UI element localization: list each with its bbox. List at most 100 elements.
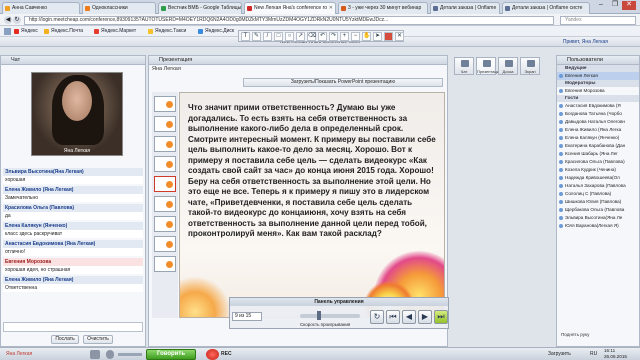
slide-thumbnails[interactable]: [152, 92, 178, 318]
close-tab-icon[interactable]: ✕: [329, 3, 333, 13]
speed-slider-track[interactable]: [300, 314, 360, 318]
user-row[interactable]: Шишкова Юлия (Павлова): [557, 198, 639, 206]
download-label[interactable]: Загрузить: [548, 350, 571, 359]
reload-icon[interactable]: ↻: [13, 16, 21, 24]
ellipse-tool-icon[interactable]: ○: [285, 32, 294, 41]
user-icon: [559, 136, 563, 140]
play-icon[interactable]: ▶: [418, 310, 432, 324]
bottom-toolbar: Яна Легкая Говорить REC Загрузить RU 16:…: [0, 347, 640, 360]
volume-slider[interactable]: [118, 353, 142, 356]
users-panel-header: Пользователи: [557, 56, 639, 65]
browser-tab[interactable]: Одноклассники: [82, 2, 156, 14]
pointer-tool-icon[interactable]: ➤: [373, 32, 382, 41]
slide-thumbnail[interactable]: [154, 136, 176, 152]
rectangle-tool-icon[interactable]: □: [274, 32, 283, 41]
speed-label: Скорость проигрывания: [300, 322, 351, 327]
speed-slider-handle[interactable]: [316, 311, 321, 320]
slide-thumbnail[interactable]: [154, 216, 176, 232]
slide-thumbnail-active[interactable]: [154, 176, 176, 192]
slide-thumbnail[interactable]: [154, 156, 176, 172]
user-row[interactable]: Красилова Ольга (Павлова): [557, 158, 639, 166]
back-icon[interactable]: ◀: [4, 16, 12, 24]
zoom-in-icon[interactable]: +: [340, 32, 349, 41]
guest-list[interactable]: Анастасия Евдокимова (Я Богданова Татьяна…: [557, 102, 639, 230]
chat-author: Красилова Ольга (Павлова): [3, 204, 143, 212]
user-icon: [559, 224, 563, 228]
browser-tab[interactable]: Детали заказа | Onflame систе: [502, 2, 590, 14]
user-row[interactable]: Елена Калякун (Янченко): [557, 134, 639, 142]
maximize-icon[interactable]: ❐: [608, 1, 622, 10]
chat-log[interactable]: Эльвира Высотина(Яна Легкая) хорошая Елен…: [3, 168, 143, 320]
slide-thumbnail[interactable]: [154, 196, 176, 212]
browser-tab[interactable]: Детали заказа | Onflame: [430, 2, 500, 14]
chat-input[interactable]: [3, 322, 143, 332]
zoom-out-icon[interactable]: −: [351, 32, 360, 41]
pencil-tool-icon[interactable]: ✎: [252, 32, 261, 41]
user-greeting: Привет, Яна Легкая: [562, 39, 608, 45]
mode-chat-button[interactable]: Чат: [454, 57, 474, 75]
user-row[interactable]: Евгения Морозова: [557, 87, 639, 95]
speed-select[interactable]: 9 из 15: [232, 312, 262, 321]
raise-hand-button[interactable]: Поднять руку: [561, 332, 589, 337]
microphone-icon[interactable]: [106, 350, 114, 359]
url-input[interactable]: http://login.meetcheap.com/conference,89…: [24, 16, 554, 25]
slide-thumbnail[interactable]: [154, 236, 176, 252]
user-row[interactable]: Щербакова Ольга (Павлова: [557, 206, 639, 214]
talk-button[interactable]: Говорить: [146, 349, 196, 360]
mode-whiteboard-button[interactable]: Доска: [498, 57, 518, 75]
user-row[interactable]: Эльвира Высотина(Яна Ле: [557, 214, 639, 222]
user-row[interactable]: Богданова Татьяна (Чорбо: [557, 110, 639, 118]
bookmark-item[interactable]: Яндекс.Маркет: [94, 28, 136, 35]
clear-button[interactable]: Очистить: [83, 335, 113, 344]
close-window-icon[interactable]: ✕: [622, 1, 636, 10]
eraser-tool-icon[interactable]: ⌫: [307, 32, 316, 41]
arrow-tool-icon[interactable]: ↗: [296, 32, 305, 41]
user-row[interactable]: Давыдова Наталья Олеговн: [557, 118, 639, 126]
apps-icon[interactable]: [4, 28, 11, 35]
user-row[interactable]: Сололиц С (Павлова): [557, 190, 639, 198]
slide-thumbnail[interactable]: [154, 96, 176, 112]
undo-icon[interactable]: ↶: [318, 32, 327, 41]
browser-tab[interactable]: Вестник ВМБ - Google Таблицы: [158, 2, 242, 14]
user-row[interactable]: Юля Варанова(Легкая Я): [557, 222, 639, 230]
user-row[interactable]: Наталья Захарова (Павлова: [557, 182, 639, 190]
browser-tab[interactable]: 3 - уже через 30 минут вебинар: [338, 2, 428, 14]
mode-screen-button[interactable]: Экран: [520, 57, 540, 75]
redo-icon[interactable]: ↷: [329, 32, 338, 41]
minimize-icon[interactable]: –: [594, 1, 608, 10]
previous-slide-icon[interactable]: ◀: [402, 310, 416, 324]
bookmark-item[interactable]: Яндекс: [14, 28, 38, 35]
bookmark-item[interactable]: Яндекс.Диск: [198, 28, 234, 35]
user-row[interactable]: Евгения Легкая: [557, 72, 639, 80]
browser-tab[interactable]: Анна Савченко: [2, 2, 80, 14]
upload-presentation-button[interactable]: Загрузить/Показать PowerPoint презентаци…: [243, 78, 443, 87]
user-row[interactable]: Екатерина Карабанова (Дан: [557, 142, 639, 150]
search-input[interactable]: Yandex: [560, 16, 636, 25]
refresh-icon[interactable]: ↻: [370, 310, 384, 324]
user-icon: [559, 208, 563, 212]
hand-tool-icon[interactable]: ✋: [362, 32, 371, 41]
tab-label: Анна Савченко: [12, 5, 48, 11]
presentation-title: Презентация: [159, 57, 193, 63]
record-icon[interactable]: [206, 349, 219, 360]
slide-thumbnail[interactable]: [154, 256, 176, 272]
mode-presentation-button[interactable]: Презентация: [476, 57, 501, 75]
user-row[interactable]: Ксения Шабарь (Яна Лег: [557, 150, 639, 158]
slide-thumbnail[interactable]: [154, 116, 176, 132]
user-row[interactable]: Надежда Кривошеева(Ол: [557, 174, 639, 182]
bookmark-label: Яндекс.Диск: [205, 28, 235, 34]
text-tool-icon[interactable]: T: [241, 32, 250, 41]
user-row[interactable]: Елена Живило (Яна Легка: [557, 126, 639, 134]
next-slide-icon[interactable]: ⏭: [434, 310, 448, 324]
camera-icon[interactable]: [90, 350, 100, 359]
bookmark-item[interactable]: Яндекс.Такси: [148, 28, 186, 35]
bookmark-item[interactable]: Яндекс.Почта: [44, 28, 83, 35]
user-row[interactable]: Анастасия Евдокимова (Я: [557, 102, 639, 110]
send-button[interactable]: Послать: [51, 335, 79, 344]
color-picker-icon[interactable]: [384, 32, 393, 41]
line-tool-icon[interactable]: /: [263, 32, 272, 41]
first-slide-icon[interactable]: ⏮: [386, 310, 400, 324]
clear-drawing-icon[interactable]: ✕: [395, 32, 404, 41]
user-row[interactable]: Козела Кудрик (Ченина): [557, 166, 639, 174]
mode-label: Доска: [502, 69, 514, 74]
